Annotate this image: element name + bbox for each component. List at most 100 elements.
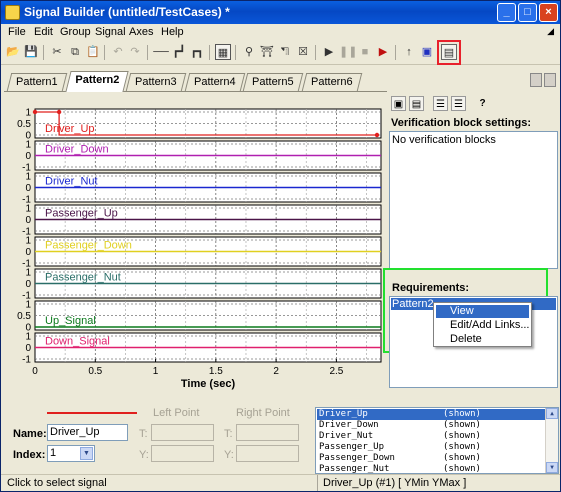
save-icon[interactable]: 💾 xyxy=(23,44,39,60)
tab-pattern2[interactable]: Pattern2 xyxy=(65,71,129,92)
menu-item-edit-add-links[interactable]: Edit/Add Links... xyxy=(436,319,530,332)
tab-scroll-left-button[interactable] xyxy=(530,73,542,87)
status-signal-info: Driver_Up (#1) [ YMin YMax ] xyxy=(317,475,560,491)
up-arrow-icon[interactable]: ↑ xyxy=(401,44,417,60)
menu-edit[interactable]: Edit xyxy=(34,26,53,38)
signal-builder-window: Signal Builder (untitled/TestCases) * _ … xyxy=(0,0,561,492)
signal-name-input[interactable]: Driver_Up xyxy=(47,424,128,441)
constant-signal-icon[interactable]: ── xyxy=(153,44,169,60)
toolbar-separator xyxy=(315,45,316,60)
right-y-label: Y: xyxy=(224,449,234,461)
help-icon[interactable]: ? xyxy=(475,96,490,111)
y-tick-label: 1 xyxy=(25,236,31,247)
pulse-signal-icon[interactable]: ┏┓ xyxy=(189,44,205,60)
signal-index-select[interactable]: 1 ▼ xyxy=(47,445,95,462)
step-signal-icon[interactable]: ┏┛ xyxy=(171,44,187,60)
stop-icon[interactable]: ■ xyxy=(357,44,373,60)
signal-list[interactable]: Driver_Up (shown) Driver_Down (shown) Driv… xyxy=(315,407,559,474)
left-point-label: Left Point xyxy=(153,407,200,419)
paste-icon[interactable]: 📋 xyxy=(85,44,101,60)
open-icon[interactable]: 📂 xyxy=(5,44,21,60)
pause-icon[interactable]: ❚❚ xyxy=(339,44,357,60)
menu-item-view[interactable]: View xyxy=(436,305,529,318)
cut-icon[interactable]: ✂ xyxy=(49,44,65,60)
list-item[interactable]: Driver_Down (shown) xyxy=(317,420,545,431)
y-tick-label: 0 xyxy=(25,215,31,226)
y-tick-label: 1 xyxy=(25,332,31,343)
right-t-label: T: xyxy=(224,428,233,440)
signal-point xyxy=(32,109,38,115)
tab-pattern1[interactable]: Pattern1 xyxy=(6,73,67,91)
list-item[interactable]: Driver_Up (shown) xyxy=(317,409,545,420)
toolbar: 📂 💾 ✂ ⧉ 📋 ↶ ↷ ── ┏┛ ┏┓ ▦ ⚲ ⛩ ⛠ ☒ ▶ ❚❚ ■ … xyxy=(1,41,560,65)
highlight-box-red xyxy=(437,40,461,65)
zoom-y-icon[interactable]: ⛠ xyxy=(277,44,293,60)
menu-file[interactable]: File xyxy=(8,26,26,38)
copy-icon[interactable]: ⧉ xyxy=(67,44,83,60)
verification-block-icon[interactable]: ▣ xyxy=(391,96,406,111)
redo-icon[interactable]: ↷ xyxy=(127,44,143,60)
tab-pattern3[interactable]: Pattern3 xyxy=(125,73,186,91)
menu-signal[interactable]: Signal xyxy=(95,26,126,38)
maximize-button[interactable]: □ xyxy=(518,3,537,22)
x-tick-label: 2.5 xyxy=(329,366,343,377)
menu-help[interactable]: Help xyxy=(161,26,184,38)
run-all-icon[interactable]: ▶ xyxy=(375,44,391,60)
signal-plot-area[interactable]: 1 0.5 0 Driver_Up 1 0 -1 Driver_Down 1 0 -1 Driver_… xyxy=(4,91,387,403)
signal-color-line[interactable] xyxy=(47,412,137,414)
tree-view-icon[interactable]: ☰ xyxy=(433,96,448,111)
x-axis-label: Time (sec) xyxy=(181,378,236,390)
menu-dock-arrow-icon[interactable]: ◢ xyxy=(547,26,554,37)
menu-bar: File Edit Group Signal Axes Help ◢ xyxy=(1,24,560,41)
document-icon[interactable]: ▤ xyxy=(409,96,424,111)
left-point-y-input[interactable] xyxy=(151,445,214,462)
menu-axes[interactable]: Axes xyxy=(129,26,153,38)
signal-axes[interactable]: 10.50Driver_Up10-1Driver_Down10-1Driver_… xyxy=(4,92,387,404)
zoom-x-icon[interactable]: ⛩ xyxy=(259,44,275,60)
status-hint: Click to select signal xyxy=(7,477,107,489)
y-tick-label: 1 xyxy=(25,172,31,183)
close-button[interactable]: × xyxy=(539,3,558,22)
tab-pattern5[interactable]: Pattern5 xyxy=(242,73,303,91)
chevron-down-icon[interactable]: ▼ xyxy=(80,447,93,460)
y-tick-label: -1 xyxy=(22,355,31,366)
tab-pattern4[interactable]: Pattern4 xyxy=(184,73,245,91)
list-item[interactable]: Passenger_Down (shown) xyxy=(317,453,545,464)
export-icon[interactable]: ▣ xyxy=(419,44,435,60)
y-tick-label: 0 xyxy=(25,279,31,290)
y-tick-label: 0 xyxy=(25,247,31,258)
menu-group[interactable]: Group xyxy=(60,26,91,38)
list-view-icon[interactable]: ☰ xyxy=(451,96,466,111)
verification-list[interactable]: No verification blocks xyxy=(389,131,558,269)
toolbar-separator xyxy=(395,45,396,60)
zoom-out-icon[interactable]: ☒ xyxy=(295,44,311,60)
signal-label: Passenger_Down xyxy=(45,240,132,252)
signal-label: Driver_Down xyxy=(45,144,109,156)
index-label: Index: xyxy=(13,449,46,461)
signal-point xyxy=(56,109,62,115)
menu-item-delete[interactable]: Delete xyxy=(436,333,529,346)
tab-pattern6[interactable]: Pattern6 xyxy=(301,73,362,91)
tab-scroll-right-button[interactable] xyxy=(544,73,556,87)
signal-list-scrollbar[interactable]: ▲ ▼ xyxy=(545,408,558,473)
undo-icon[interactable]: ↶ xyxy=(110,44,126,60)
right-point-t-input[interactable] xyxy=(236,424,299,441)
minimize-button[interactable]: _ xyxy=(497,3,516,22)
title-bar[interactable]: Signal Builder (untitled/TestCases) * _ … xyxy=(1,1,560,24)
scroll-down-icon[interactable]: ▼ xyxy=(546,462,558,473)
zoom-icon[interactable]: ⚲ xyxy=(241,44,257,60)
scroll-up-icon[interactable]: ▲ xyxy=(546,408,558,419)
y-tick-label: 0 xyxy=(25,183,31,194)
play-icon[interactable]: ▶ xyxy=(321,44,337,60)
grid-icon[interactable]: ▦ xyxy=(215,44,231,60)
y-tick-label: 1 xyxy=(25,108,31,119)
pattern-tabs: Pattern1 Pattern2 Pattern3 Pattern4 Patt… xyxy=(1,69,560,92)
requirements-context-menu: View Edit/Add Links... Delete xyxy=(433,302,532,347)
y-tick-label: 1 xyxy=(25,204,31,215)
list-item[interactable]: Passenger_Up (shown) xyxy=(317,442,545,453)
left-point-t-input[interactable] xyxy=(151,424,214,441)
list-item[interactable]: Driver_Nut (shown) xyxy=(317,431,545,442)
right-point-y-input[interactable] xyxy=(236,445,299,462)
x-tick-label: 2 xyxy=(273,366,279,377)
left-y-label: Y: xyxy=(139,449,149,461)
